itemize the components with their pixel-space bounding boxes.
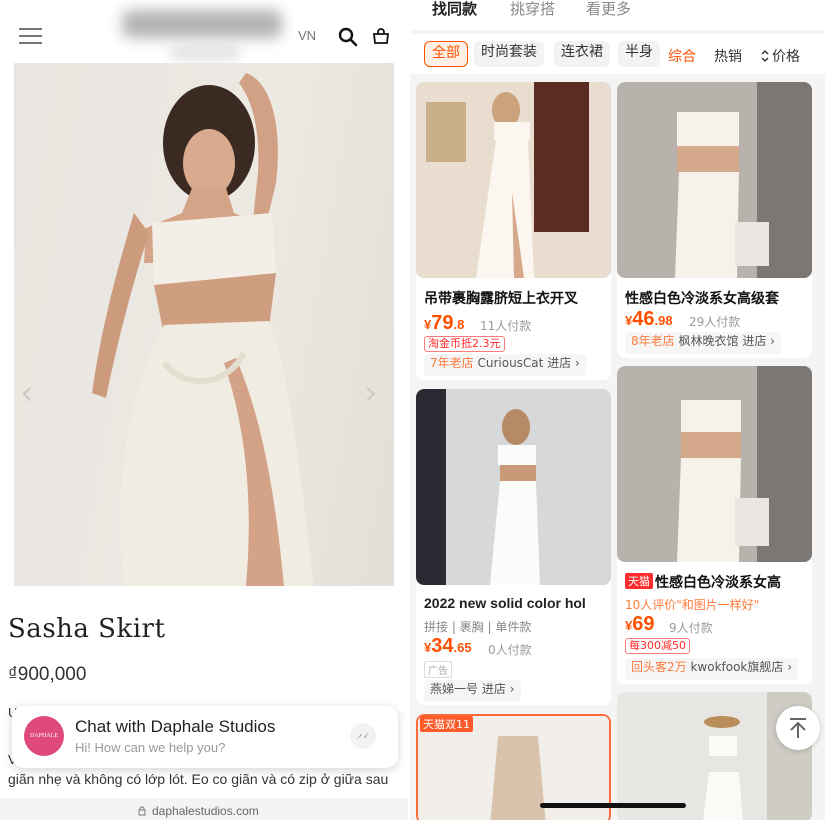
sold-count: 11人付款 (480, 319, 532, 333)
product-title: Sasha Skirt (8, 614, 166, 644)
sort-overall[interactable]: 综合 (668, 46, 696, 66)
language-switch[interactable]: VN (298, 28, 316, 43)
chat-subtitle: Hi! How can we help you? (75, 740, 226, 755)
filter-half-skirt[interactable]: 半身 (618, 41, 660, 67)
tmall-tag: 天猫 (625, 573, 653, 589)
product-image[interactable] (617, 366, 812, 562)
filter-all[interactable]: 全部 (424, 41, 468, 67)
description-line-3: giãn nhẹ và không có lớp lót. Eo co giãn… (8, 771, 389, 787)
sort-hot[interactable]: 热销 (714, 46, 742, 66)
product-image[interactable] (617, 82, 812, 278)
search-icon[interactable] (338, 27, 358, 47)
sold-count: 0人付款 (488, 643, 532, 657)
back-to-top-button[interactable] (776, 706, 820, 750)
similar-items-page: 找同款 挑穿搭 看更多 全部 时尚套装 连衣裙 半身 综合 热销 价格 吊带裹胸… (410, 0, 825, 820)
product-price: ¥34.65 (424, 635, 472, 657)
chat-title: Chat with Daphale Studios (75, 717, 276, 736)
product-price: ¥79.8 (424, 312, 465, 334)
site-header: VN (0, 0, 408, 62)
filter-fashion-set[interactable]: 时尚套装 (474, 41, 544, 67)
sort-price[interactable]: 价格 (772, 46, 800, 66)
tab-outfits[interactable]: 挑穿搭 (510, 0, 555, 19)
bag-icon[interactable] (372, 27, 390, 45)
sort-arrows-icon[interactable] (760, 49, 770, 63)
top-tabs: 找同款 挑穿搭 看更多 (410, 0, 825, 30)
model-photo (92, 73, 314, 586)
chat-widget[interactable]: DAPHALE Chat with Daphale Studios Hi! Ho… (12, 706, 398, 768)
product-image[interactable]: ‹ › (14, 63, 394, 586)
product-image[interactable] (416, 82, 611, 278)
home-indicator[interactable] (540, 803, 686, 808)
double11-tag: 天猫双11 (420, 716, 473, 732)
prev-image-arrow[interactable]: ‹ (20, 373, 34, 413)
product-card[interactable]: 2022 new solid color hol 拼接 | 裹胸 | 单件款 ¥… (416, 389, 611, 705)
product-title: 性感白色冷淡系女高级套 (625, 291, 779, 307)
product-price: ¥46.98 (625, 308, 673, 330)
messenger-icon[interactable] (350, 723, 376, 749)
sold-count: 29人付款 (689, 315, 741, 329)
menu-icon[interactable] (19, 28, 42, 44)
tab-find-same[interactable]: 找同款 (432, 0, 477, 19)
product-price: ₫900,000 (8, 664, 87, 685)
review-summary: 10人评价"和图片一样好" (625, 598, 760, 612)
chat-logo: DAPHALE (24, 716, 64, 756)
discount-badge: 每300减50 (625, 638, 690, 654)
ad-label: 广告 (424, 661, 452, 678)
tab-see-more[interactable]: 看更多 (586, 0, 631, 19)
filter-bar: 全部 时尚套装 连衣裙 半身 综合 热销 价格 (410, 34, 825, 74)
product-title: 性感白色冷淡系女高 (655, 575, 781, 591)
brand-tagline-blurred (170, 48, 240, 58)
chevron-right-icon: › (509, 682, 515, 696)
coupon-badge: 淘金币抵2.3元 (424, 336, 505, 352)
product-image[interactable] (416, 389, 611, 585)
product-page: VN ‹ › Sasha Skirt ₫900,000 giãn nhẹ và … (0, 0, 408, 820)
chevron-right-icon: › (770, 334, 775, 348)
back-to-top-icon (790, 718, 806, 738)
page-url: daphalestudios.com (152, 804, 259, 818)
filter-dress[interactable]: 连衣裙 (554, 41, 610, 67)
product-card[interactable]: 天猫 性感白色冷淡系女高 10人评价"和图片一样好" ¥69 9人付款 每300… (617, 366, 812, 684)
shop-link[interactable]: 燕娣一号 进店 › (424, 680, 521, 702)
product-title: 吊带裹胸露脐短上衣开叉 (424, 291, 578, 307)
lock-icon (138, 806, 146, 816)
product-title: 2022 new solid color hol (424, 595, 586, 611)
product-card[interactable]: 性感白色冷淡系女高级套 ¥46.98 29人付款 8年老店 枫林晚衣馆 进店 › (617, 82, 812, 358)
product-price: ¥69 (625, 613, 655, 635)
product-card[interactable]: 吊带裹胸露脐短上衣开叉 ¥79.8 11人付款 淘金币抵2.3元 7年老店 Cu… (416, 82, 611, 380)
shop-link[interactable]: 7年老店 CuriousCat 进店 › (424, 354, 586, 376)
product-tags: 拼接 | 裹胸 | 单件款 (424, 620, 532, 634)
chevron-right-icon: › (575, 356, 580, 370)
shop-link[interactable]: 回头客2万 kwokfook旗舰店 › (625, 658, 799, 680)
screen: VN ‹ › Sasha Skirt ₫900,000 giãn nhẹ và … (0, 0, 825, 820)
brand-logo-blurred (122, 10, 282, 38)
chevron-right-icon: › (787, 660, 793, 674)
shop-link[interactable]: 8年老店 枫林晚衣馆 进店 › (625, 332, 781, 354)
sold-count: 9人付款 (669, 621, 713, 635)
next-image-arrow[interactable]: › (364, 373, 378, 413)
